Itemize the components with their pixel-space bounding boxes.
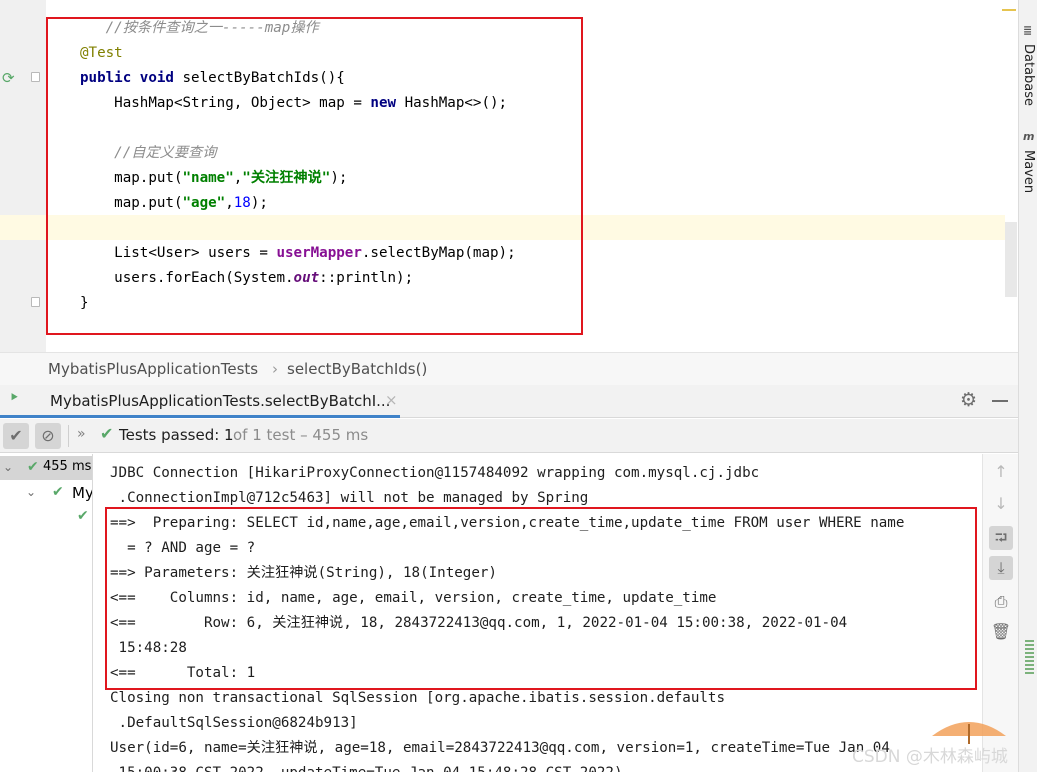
show-ignored-button[interactable]: ⊘ (35, 423, 61, 449)
more-actions-icon[interactable]: » (77, 426, 86, 442)
check-icon: ✔ (27, 459, 39, 475)
tree-root-row[interactable]: ⌄ ✔ 455 ms (0, 456, 92, 480)
tree-root-time: 455 ms (43, 459, 92, 474)
console-line: <== Total: 1 (110, 665, 256, 681)
editor-scrollbar[interactable] (1005, 222, 1017, 297)
console-line: ==> Parameters: 关注狂神说(String), 18(Intege… (110, 565, 497, 581)
umbrella-icon (932, 722, 1006, 744)
editor-gutter: ⟳ (0, 0, 46, 352)
chevron-down-icon[interactable]: ⌄ (3, 460, 13, 474)
run-tab[interactable]: ⯈ MybatisPlusApplicationTests.selectByBa… (0, 385, 400, 418)
arrow-down-icon[interactable]: ↓ (989, 492, 1013, 516)
console-line: .ConnectionImpl@712c5463] will not be ma… (110, 490, 589, 506)
console-line: = ? AND age = ? (110, 540, 256, 556)
breadcrumb-separator: › (272, 360, 278, 378)
test-run-icon: ⯈ (9, 391, 20, 406)
run-tool-window-header: ⯈ MybatisPlusApplicationTests.selectByBa… (0, 385, 1018, 418)
fold-marker-icon[interactable] (31, 72, 40, 82)
soft-wrap-icon[interactable]: ⮒ (989, 526, 1013, 550)
code-editor[interactable]: ⟳ //按条件查询之一-----map操作 @Test public void se… (0, 0, 1018, 352)
tests-status: Tests passed: 1 (119, 426, 234, 444)
maven-icon[interactable]: m (1023, 130, 1034, 143)
database-icon[interactable]: ≣ (1023, 24, 1032, 37)
watermark: CSDN @木林森屿城 (852, 747, 1008, 767)
show-passed-button[interactable]: ✔ (3, 423, 29, 449)
breadcrumb-method[interactable]: selectByBatchIds() (287, 360, 427, 378)
gear-icon[interactable]: ⚙ (960, 389, 977, 411)
check-icon: ✔ (52, 484, 64, 500)
console-line: ==> Preparing: SELECT id,name,age,email,… (110, 515, 905, 531)
tree-class-row[interactable]: ⌄ ✔ My (0, 482, 93, 506)
maven-tool-tab[interactable]: Maven (1021, 150, 1036, 193)
breadcrumb: MybatisPlusApplicationTests › selectByBa… (0, 352, 1018, 385)
console-line: 15:48:28 (110, 640, 187, 656)
breadcrumb-class[interactable]: MybatisPlusApplicationTests (48, 360, 258, 378)
arrow-up-icon[interactable]: ↑ (989, 460, 1013, 484)
run-tab-label: MybatisPlusApplicationTests.selectByBatc… (50, 392, 391, 410)
print-icon[interactable]: ⎙ (989, 590, 1013, 614)
run-test-icon[interactable]: ⟳ (2, 70, 18, 86)
tests-status-detail: of 1 test – 455 ms (233, 426, 369, 444)
tree-method-row[interactable]: ✔ (0, 506, 92, 530)
check-icon: ✔ (77, 508, 89, 524)
close-icon[interactable]: × (385, 391, 398, 409)
console-line: <== Columns: id, name, age, email, versi… (110, 590, 717, 606)
memory-indicator (1025, 640, 1034, 676)
test-tree[interactable]: ⌄ ✔ 455 ms ⌄ ✔ My ✔ (0, 454, 93, 772)
fold-marker-icon[interactable] (31, 297, 40, 307)
scroll-to-end-icon[interactable]: ⤓ (989, 556, 1013, 580)
hide-icon[interactable] (992, 400, 1008, 402)
database-tool-tab[interactable]: Database (1021, 44, 1036, 106)
toolbar-separator (68, 425, 69, 447)
console-line: 15:00:38 CST 2022, updateTime=Tue Jan 04… (110, 761, 623, 772)
tree-class-label: My (72, 484, 93, 502)
trash-icon[interactable]: 🗑 (989, 620, 1013, 644)
check-icon: ✔ (100, 424, 114, 443)
console-line: User(id=6, name=关注狂神说, age=18, email=284… (110, 740, 890, 756)
console-line: JDBC Connection [HikariProxyConnection@1… (110, 465, 760, 481)
right-tool-stripe: ≣ Database m Maven (1018, 0, 1037, 772)
test-toolbar: ✔ ⊘ » ✔ Tests passed: 1 of 1 test – 455 … (0, 419, 1018, 453)
console-line: <== Row: 6, 关注狂神说, 18, 2843722413@qq.com… (110, 615, 848, 631)
console-output[interactable]: JDBC Connection [HikariProxyConnection@1… (94, 454, 982, 772)
chevron-down-icon[interactable]: ⌄ (26, 485, 36, 499)
highlight-box (46, 17, 583, 335)
warning-marker (1002, 9, 1016, 11)
console-line: .DefaultSqlSession@6824b913] (110, 715, 358, 731)
console-line: Closing non transactional SqlSession [or… (110, 690, 725, 706)
